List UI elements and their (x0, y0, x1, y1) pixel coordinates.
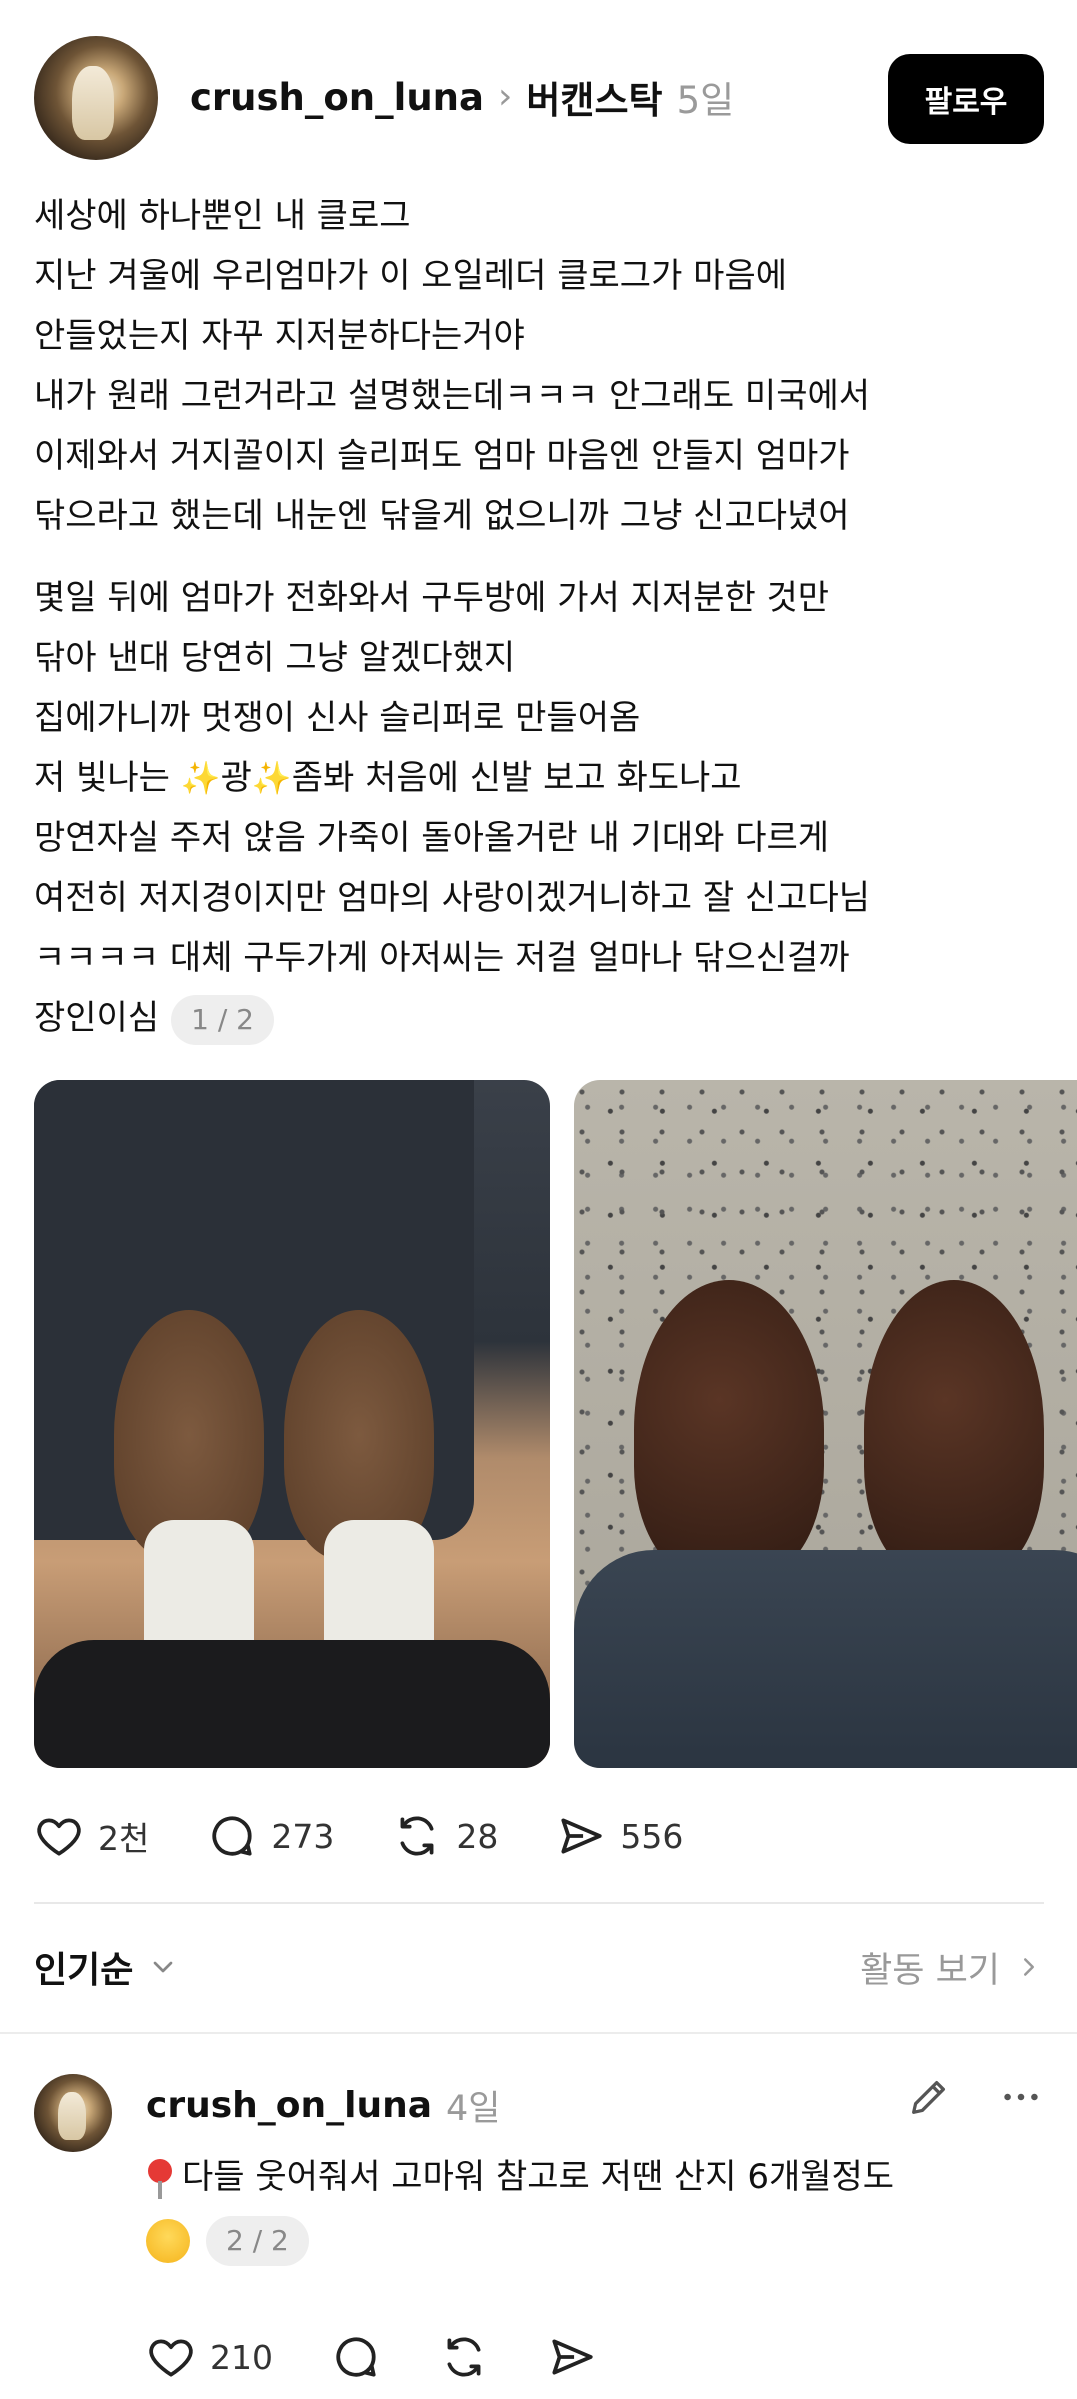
reply-header: crush_on_luna 4일 (146, 2080, 501, 2131)
reply-age: 4일 (446, 2089, 501, 2129)
post-text-fragment: 저 빛나는 (34, 758, 181, 798)
post-action-bar: 2천 273 28 556 (34, 1806, 741, 1866)
like-button[interactable]: 2천 (34, 1811, 149, 1861)
reply-text: 다들 웃어줘서 고마워 참고로 저땐 산지 6개월정도 2 / 2 (146, 2146, 1046, 2270)
chevron-right-icon: › (497, 76, 513, 117)
photo-clog (634, 1280, 824, 1580)
pin-emoji (146, 2158, 174, 2199)
post-paragraph-2: 몇일 뒤에 엄마가 전화와서 구두방에 가서 지저분한 것만 닦아 낸대 당연히… (34, 568, 1044, 1048)
view-activity-label: 활동 보기 (860, 1950, 1000, 1991)
reply-repost-button[interactable] (439, 2332, 489, 2382)
post-header: crush_on_luna › 버캔스탁 5일 팔로우 (34, 36, 1044, 160)
reply-like-count: 210 (210, 2337, 273, 2377)
author-avatar[interactable] (34, 36, 158, 160)
edit-icon[interactable] (906, 2074, 952, 2120)
post-text-line: 장인이심 1 / 2 (34, 988, 1044, 1048)
post-text-line: 닦으라고 했는데 내눈엔 닦을게 없으니까 그냥 신고다녔어 (34, 496, 850, 536)
post-body: 세상에 하나뿐인 내 클로그 지난 겨울에 우리엄마가 이 오일레더 클로그가 … (34, 186, 1044, 1048)
reply-share-button[interactable] (547, 2332, 597, 2382)
comment-icon (212, 1816, 252, 1856)
sort-dropdown[interactable]: 인기순 (34, 1941, 179, 1993)
reply-like-button[interactable]: 210 (146, 2332, 273, 2382)
laughing-emoji (146, 2218, 190, 2263)
share-count: 556 (620, 1816, 684, 1856)
reply-tools (906, 2074, 1044, 2120)
comment-button[interactable]: 273 (207, 1811, 334, 1861)
author-username[interactable]: crush_on_luna (190, 76, 484, 119)
repost-icon (447, 2337, 481, 2377)
send-icon (552, 2339, 593, 2375)
reply-username[interactable]: crush_on_luna (146, 2085, 432, 2126)
like-count: 2천 (98, 1819, 150, 1858)
sort-label: 인기순 (34, 1950, 134, 1991)
post-text-fragment: 좀봐 처음에 신발 보고 화도나고 (291, 758, 742, 798)
sparkle-emoji: ✨ (180, 759, 221, 797)
post-text-line: ㅋㅋㅋㅋ 대체 구두가게 아저씨는 저걸 얼마나 닦으신걸까 (34, 938, 850, 978)
post-text-line: 저 빛나는 ✨광✨좀봐 처음에 신발 보고 화도나고 (34, 748, 1044, 808)
repost-count: 28 (456, 1816, 499, 1856)
reply-avatar[interactable] (34, 2074, 112, 2152)
more-icon[interactable] (998, 2074, 1044, 2120)
post-text-line: 지난 겨울에 우리엄마가 이 오일레더 클로그가 마음에 (34, 256, 788, 296)
heart-icon (37, 1818, 81, 1856)
post-text-line: 안들었는지 자꾸 지저분하다는거야 (34, 316, 525, 356)
photo-pants (34, 1640, 550, 1768)
share-button[interactable]: 556 (556, 1811, 683, 1861)
view-activity-link[interactable]: 활동 보기 (860, 1942, 1044, 1993)
post-text-line: 몇일 뒤에 엄마가 전화와서 구두방에 가서 지저분한 것만 (34, 578, 830, 618)
repost-icon (400, 1816, 434, 1856)
media-carousel[interactable] (34, 1080, 1077, 1768)
repost-button[interactable]: 28 (392, 1811, 498, 1861)
chevron-right-icon (1024, 1958, 1034, 1976)
post-text-fragment: 광 (220, 758, 252, 798)
post-paragraph-1: 세상에 하나뿐인 내 클로그 지난 겨울에 우리엄마가 이 오일레더 클로그가 … (34, 186, 1044, 546)
photo-pants (574, 1550, 1077, 1768)
divider (34, 1902, 1044, 1904)
comment-icon (336, 2337, 376, 2377)
reply-page-indicator: 2 / 2 (206, 2215, 309, 2266)
send-icon (561, 1818, 602, 1854)
section-divider (0, 2032, 1077, 2034)
community-name[interactable]: 버캔스탁 (526, 70, 662, 124)
photo-clogs-oiled[interactable] (34, 1080, 550, 1768)
reply-text-body: 다들 웃어줘서 고마워 참고로 저땐 산지 6개월정도 (182, 2157, 895, 2197)
heart-icon (149, 2339, 193, 2377)
page-indicator: 1 / 2 (171, 994, 274, 1045)
post-text-line: 망연자실 주저 앉음 가죽이 돌아올거란 내 기대와 다르게 (34, 818, 830, 858)
post-text-line: 여전히 저지경이지만 엄마의 사랑이겠거니하고 잘 신고다님 (34, 878, 871, 918)
photo-clog (864, 1280, 1044, 1580)
reply-comment-button[interactable] (331, 2332, 381, 2382)
post-text-fragment: 장인이심 (34, 998, 160, 1038)
photo-clogs-polished[interactable] (574, 1080, 1077, 1768)
post-text-line: 집에가니까 멋쟁이 신사 슬리퍼로 만들어옴 (34, 698, 641, 738)
post-text-line: 이제와서 거지꼴이지 슬리퍼도 엄마 마음엔 안들지 엄마가 (34, 436, 850, 476)
post-age: 5일 (676, 79, 735, 122)
chevron-down-icon (154, 1961, 173, 1973)
author-row: crush_on_luna › 버캔스탁 5일 (190, 70, 735, 124)
sparkle-emoji: ✨ (251, 759, 292, 797)
post-text-line: 내가 원래 그런거라고 설명했는데ㅋㅋㅋ 안그래도 미국에서 (34, 376, 871, 416)
post-text-line: 닦아 낸대 당연히 그냥 알겠다했지 (34, 638, 516, 678)
comment-count: 273 (271, 1816, 335, 1856)
reply-action-bar: 210 (146, 2332, 655, 2382)
sort-row: 인기순 활동 보기 (34, 1934, 1044, 2000)
follow-button[interactable]: 팔로우 (888, 54, 1044, 144)
post-text-line: 세상에 하나뿐인 내 클로그 (34, 196, 411, 236)
